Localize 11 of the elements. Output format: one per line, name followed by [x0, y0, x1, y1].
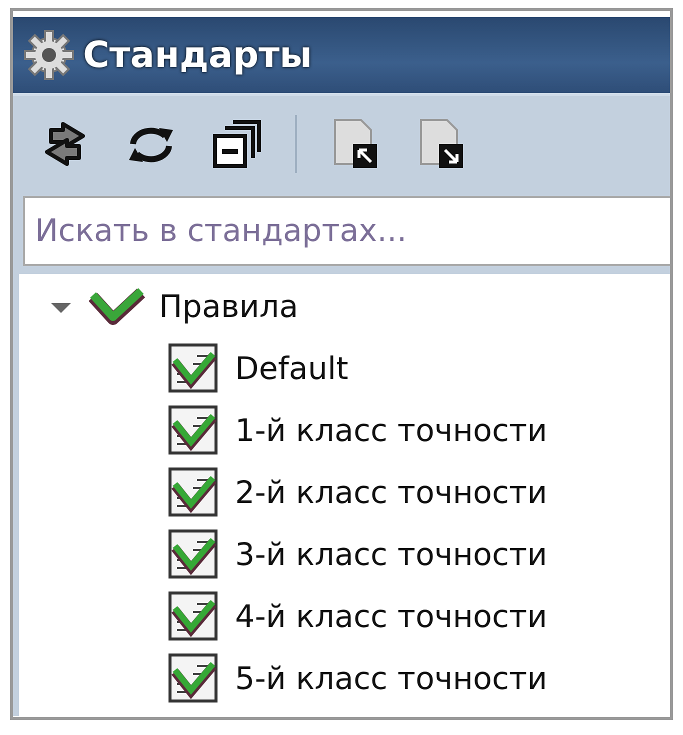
- tree-item[interactable]: Default: [235, 351, 348, 387]
- tree-item[interactable]: Правила: [159, 289, 298, 325]
- tree-item[interactable]: 2-й класс точности: [235, 475, 548, 511]
- search-field[interactable]: Искать в стандартах...: [23, 196, 670, 266]
- checkmark-icon: [89, 287, 145, 327]
- window-title: Стандарты: [83, 34, 312, 76]
- tree-item[interactable]: 4-й класс точности: [235, 599, 548, 635]
- tree-item[interactable]: 1-й класс точности: [235, 413, 548, 449]
- tree-item[interactable]: 3-й класс точности: [235, 537, 548, 573]
- tree-item[interactable]: 5-й класс точности: [235, 661, 548, 697]
- gear-icon: [23, 29, 75, 81]
